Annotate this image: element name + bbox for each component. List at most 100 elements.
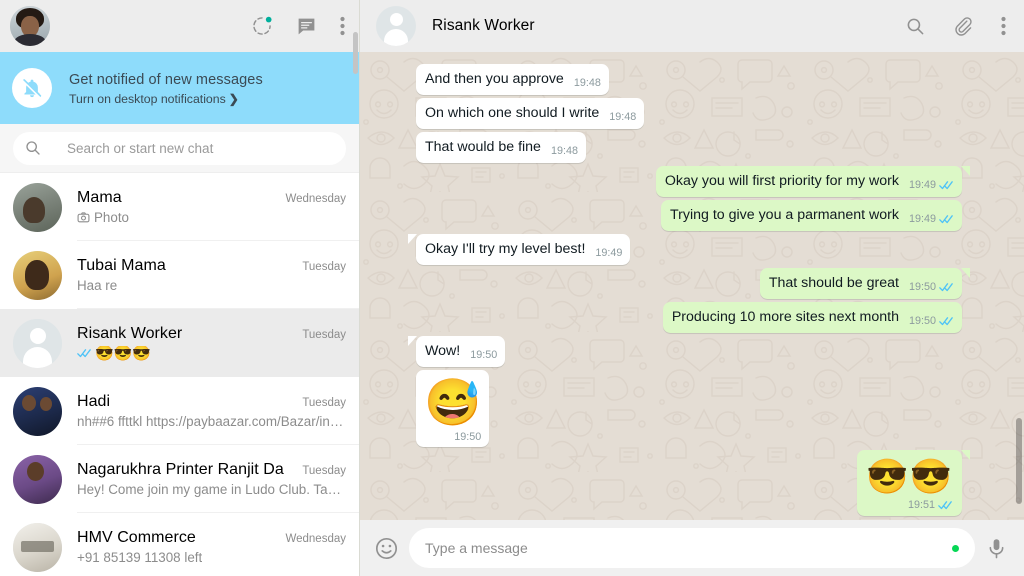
- chat-list[interactable]: Mama Wednesday Photo Tubai Mama Tuesday Haa r…: [0, 173, 359, 576]
- message-time: 19:49: [908, 179, 936, 191]
- message-bubble[interactable]: Okay you will first priority for my work…: [655, 166, 971, 197]
- chat-avatar[interactable]: [13, 386, 62, 436]
- message-composer: [360, 520, 1024, 576]
- message-text: On which one should I write: [425, 105, 600, 121]
- menu-icon[interactable]: [340, 16, 345, 36]
- read-receipt-icon: [939, 180, 954, 191]
- notification-banner-subtitle[interactable]: Turn on desktop notifications ❯: [69, 92, 263, 106]
- chat-list-item-snippet: +91 85139 11308 left: [77, 549, 203, 565]
- chat-contact-name: Risank Worker: [432, 17, 535, 34]
- message-row: That should be great 19:50: [416, 268, 971, 299]
- chat-list-item-line2: +91 85139 11308 left: [77, 550, 346, 565]
- chat-avatar[interactable]: [13, 250, 62, 300]
- search-icon[interactable]: [906, 17, 925, 36]
- message-bubble[interactable]: That should be great 19:50: [759, 268, 971, 299]
- chat-list-item[interactable]: Tubai Mama Tuesday Haa re: [0, 241, 359, 309]
- attach-icon[interactable]: [953, 16, 973, 36]
- message-time: 19:48: [609, 111, 637, 123]
- chat-scrollbar-thumb[interactable]: [1016, 418, 1022, 504]
- chat-list-item[interactable]: Nagarukhra Printer Ranjit Da Tuesday Hey! …: [0, 445, 359, 513]
- message-text: That should be great: [768, 275, 899, 291]
- message-input[interactable]: [425, 540, 944, 556]
- desktop-notification-banner[interactable]: Get notified of new messages Turn on des…: [0, 52, 359, 124]
- message-bubble[interactable]: Okay I'll try my level best! 19:49: [407, 234, 631, 265]
- message-time: 19:50: [908, 315, 936, 327]
- message-meta: 19:50: [909, 314, 954, 329]
- message-bubble[interactable]: 😎😎 19:51: [857, 450, 970, 516]
- camera-icon: [77, 211, 90, 224]
- chat-list-item-line2: nh##6 ffttkl https://paybaazar.com/Bazar…: [77, 414, 346, 429]
- message-row: That would be fine 19:48: [416, 132, 962, 163]
- chat-avatar[interactable]: [13, 454, 62, 504]
- message-text: Wow!: [425, 343, 461, 359]
- message-time: 19:50: [454, 431, 482, 443]
- chat-list-item-line1: Mama Wednesday: [77, 189, 346, 207]
- smiley-icon[interactable]: [374, 536, 399, 561]
- chat-list-item[interactable]: Risank Worker Tuesday 😎😎😎: [0, 309, 359, 377]
- chat-avatar[interactable]: [13, 182, 62, 232]
- chat-header-actions: [906, 16, 1006, 36]
- status-icon[interactable]: [251, 15, 273, 37]
- profile-avatar[interactable]: [10, 6, 50, 46]
- sidebar-scrollbar-thumb[interactable]: [353, 32, 358, 74]
- microphone-icon[interactable]: [985, 537, 1008, 560]
- chat-list-item-name: HMV Commerce: [77, 528, 196, 546]
- chat-list-item[interactable]: Mama Wednesday Photo: [0, 173, 359, 241]
- read-receipt-icon: [939, 282, 954, 293]
- message-bubble[interactable]: Trying to give you a parmanent work 19:49: [661, 200, 962, 231]
- chat-list-item-snippet: Hey! Come join my game in Ludo Club. Tap…: [77, 481, 346, 497]
- chat-list-item-name: Tubai Mama: [77, 256, 166, 274]
- message-text: And then you approve: [425, 71, 564, 87]
- chat-list-item-meta: Risank Worker Tuesday 😎😎😎: [77, 309, 359, 377]
- message-bubble[interactable]: And then you approve 19:48: [416, 64, 609, 95]
- message-time: 19:49: [908, 213, 936, 225]
- contact-avatar[interactable]: [376, 6, 416, 46]
- message-time: 19:48: [573, 77, 601, 89]
- message-bubble[interactable]: Wow! 19:50: [407, 336, 506, 367]
- menu-icon[interactable]: [1001, 16, 1006, 36]
- chat-list-item-line1: HMV Commerce Wednesday: [77, 529, 346, 547]
- message-row: 😅 19:50: [416, 370, 962, 447]
- message-meta: 19:50: [909, 280, 954, 295]
- message-meta: 19:48: [609, 110, 636, 125]
- chat-list-item-name: Nagarukhra Printer Ranjit Da: [77, 460, 284, 478]
- chat-list-item-line1: Risank Worker Tuesday: [77, 325, 346, 343]
- chat-avatar[interactable]: [13, 522, 62, 572]
- chat-list-item-line1: Nagarukhra Printer Ranjit Da Tuesday: [77, 461, 346, 479]
- message-text: Okay I'll try my level best!: [425, 241, 586, 257]
- chat-list-item-line1: Hadi Tuesday: [77, 393, 346, 411]
- chat-list-item-meta: Nagarukhra Printer Ranjit Da Tuesday Hey! …: [77, 445, 359, 513]
- sidebar-scrollbar[interactable]: [352, 0, 359, 576]
- message-time: 19:50: [908, 281, 936, 293]
- message-bubble[interactable]: Producing 10 more sites next month 19:50: [662, 302, 962, 333]
- message-list[interactable]: And then you approve 19:48 On which one sh…: [360, 52, 1024, 520]
- message-bubble[interactable]: That would be fine 19:48: [416, 132, 586, 163]
- chat-list-item-line1: Tubai Mama Tuesday: [77, 257, 346, 275]
- whatsapp-web-window: Get notified of new messages Turn on des…: [0, 0, 1024, 576]
- chat-list-item-meta: Tubai Mama Tuesday Haa re: [77, 241, 359, 309]
- message-row: And then you approve 19:48: [416, 64, 962, 95]
- typing-indicator-dot: [952, 544, 959, 552]
- search-input[interactable]: [67, 140, 334, 156]
- message-time: 19:50: [470, 349, 498, 361]
- chat-list-item[interactable]: HMV Commerce Wednesday +91 85139 11308 lef…: [0, 513, 359, 576]
- chat-list-item-name: Hadi: [77, 392, 111, 410]
- message-meta: 19:50: [470, 348, 497, 363]
- message-row: Producing 10 more sites next month 19:50: [416, 302, 962, 333]
- sidebar: Get notified of new messages Turn on des…: [0, 0, 360, 576]
- chat-avatar[interactable]: [13, 318, 62, 368]
- message-bubble[interactable]: 😅 19:50: [416, 370, 490, 447]
- chat-list-item[interactable]: Hadi Tuesday nh##6 ffttkl https://paybaaza…: [0, 377, 359, 445]
- read-receipt-icon: [939, 316, 954, 327]
- search-bar: [0, 124, 359, 173]
- notification-banner-text: Get notified of new messages Turn on des…: [69, 71, 263, 106]
- chat-panel: Risank Worker And then you approve 19:48…: [360, 0, 1024, 576]
- message-bubble[interactable]: On which one should I write 19:48: [416, 98, 645, 129]
- search-box[interactable]: [13, 131, 346, 165]
- message-meta: 19:49: [909, 178, 954, 193]
- message-row: Wow! 19:50: [407, 336, 962, 367]
- new-chat-icon[interactable]: [296, 16, 317, 37]
- message-time: 19:48: [550, 145, 578, 157]
- message-input-pill[interactable]: [409, 528, 975, 568]
- chat-list-item-meta: HMV Commerce Wednesday +91 85139 11308 lef…: [77, 513, 359, 576]
